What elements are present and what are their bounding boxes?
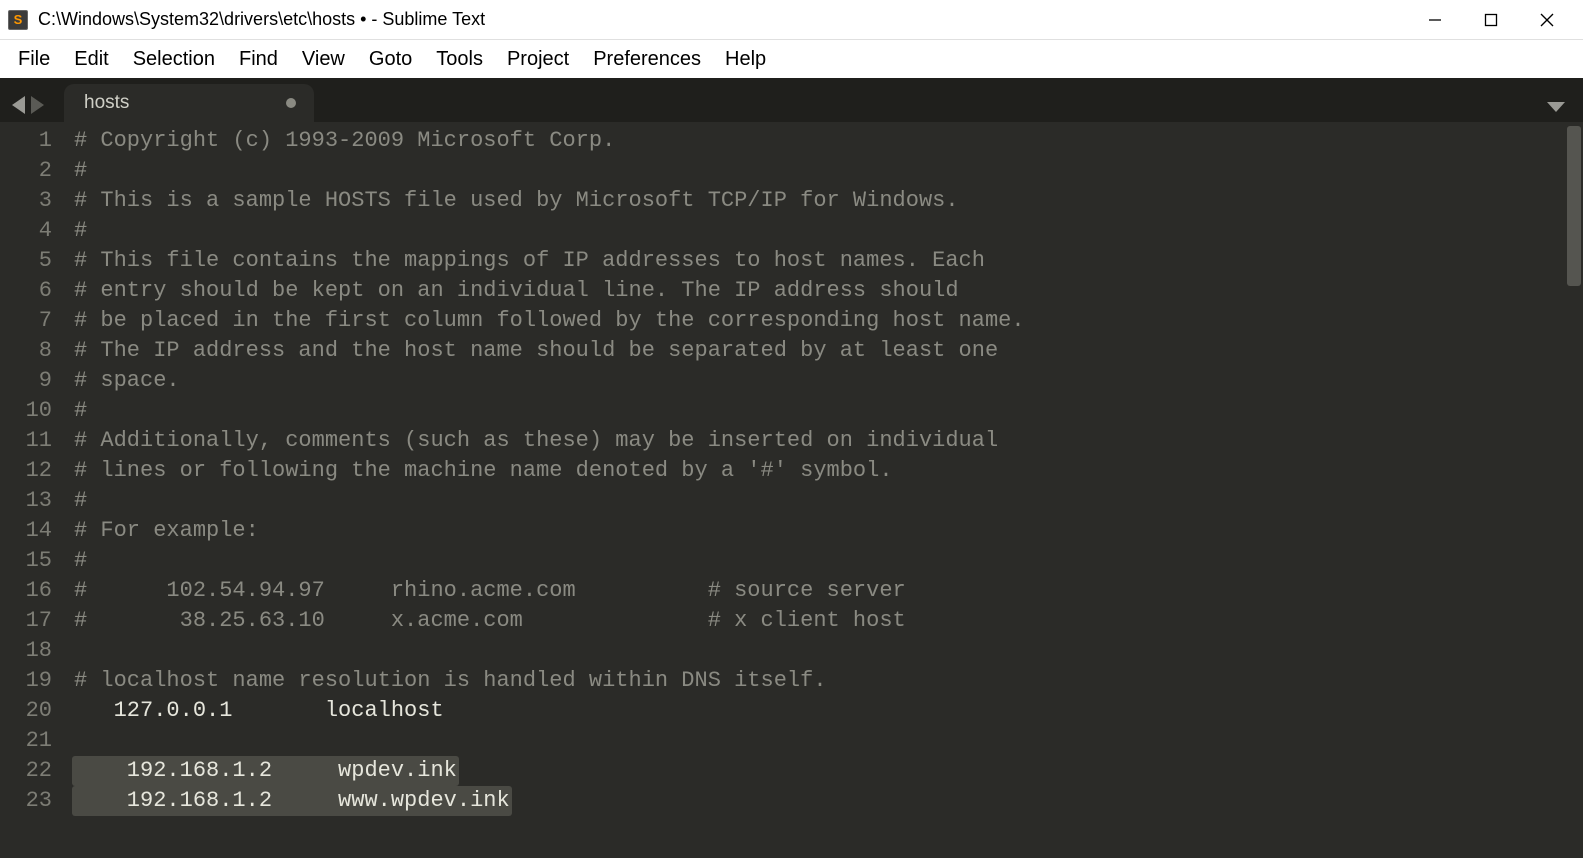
tab-label: hosts bbox=[84, 92, 266, 114]
maximize-button[interactable] bbox=[1463, 0, 1519, 40]
menu-selection[interactable]: Selection bbox=[121, 42, 227, 77]
code-line[interactable]: # This is a sample HOSTS file used by Mi… bbox=[74, 186, 1557, 216]
menu-tools[interactable]: Tools bbox=[424, 42, 495, 77]
code-line[interactable]: # be placed in the first column followed… bbox=[74, 306, 1557, 336]
line-number: 7 bbox=[0, 306, 52, 336]
line-number: 1 bbox=[0, 126, 52, 156]
line-number: 19 bbox=[0, 666, 52, 696]
menu-edit[interactable]: Edit bbox=[62, 42, 120, 77]
line-number: 2 bbox=[0, 156, 52, 186]
tab-overflow-button[interactable] bbox=[1547, 102, 1577, 122]
code-line[interactable]: # Copyright (c) 1993-2009 Microsoft Corp… bbox=[74, 126, 1557, 156]
menubar: File Edit Selection Find View Goto Tools… bbox=[0, 40, 1583, 78]
menu-find[interactable]: Find bbox=[227, 42, 290, 77]
line-number: 15 bbox=[0, 546, 52, 576]
code-line[interactable]: # bbox=[74, 546, 1557, 576]
code-line[interactable]: # entry should be kept on an individual … bbox=[74, 276, 1557, 306]
line-number: 17 bbox=[0, 606, 52, 636]
tab-hosts[interactable]: hosts bbox=[64, 84, 314, 122]
tab-history-back-icon[interactable] bbox=[12, 96, 25, 114]
code-area[interactable]: # Copyright (c) 1993-2009 Microsoft Corp… bbox=[64, 122, 1557, 858]
window-controls bbox=[1407, 0, 1575, 40]
tab-nav bbox=[6, 96, 54, 122]
code-line[interactable]: # localhost name resolution is handled w… bbox=[74, 666, 1557, 696]
code-line[interactable]: # 38.25.63.10 x.acme.com # x client host bbox=[74, 606, 1557, 636]
titlebar: S C:\Windows\System32\drivers\etc\hosts … bbox=[0, 0, 1583, 40]
line-number: 4 bbox=[0, 216, 52, 246]
code-line[interactable]: # bbox=[74, 486, 1557, 516]
line-number: 14 bbox=[0, 516, 52, 546]
code-line[interactable]: 192.168.1.2 wpdev.ink bbox=[74, 756, 1557, 786]
gutter: 1234567891011121314151617181920212223 bbox=[0, 122, 64, 858]
code-line[interactable] bbox=[74, 726, 1557, 756]
line-number: 3 bbox=[0, 186, 52, 216]
line-number: 20 bbox=[0, 696, 52, 726]
menu-view[interactable]: View bbox=[290, 42, 357, 77]
chevron-down-icon bbox=[1547, 102, 1565, 112]
code-line[interactable]: # bbox=[74, 156, 1557, 186]
vertical-scrollbar[interactable] bbox=[1567, 126, 1581, 286]
code-line[interactable]: # lines or following the machine name de… bbox=[74, 456, 1557, 486]
menu-help[interactable]: Help bbox=[713, 42, 778, 77]
line-number: 8 bbox=[0, 336, 52, 366]
tab-dirty-indicator-icon bbox=[286, 98, 296, 108]
menu-file[interactable]: File bbox=[6, 42, 62, 77]
code-line[interactable]: # bbox=[74, 216, 1557, 246]
menu-goto[interactable]: Goto bbox=[357, 42, 424, 77]
line-number: 13 bbox=[0, 486, 52, 516]
code-line[interactable]: 192.168.1.2 www.wpdev.ink bbox=[74, 786, 1557, 816]
menu-project[interactable]: Project bbox=[495, 42, 581, 77]
line-number: 23 bbox=[0, 786, 52, 816]
code-line[interactable]: # Additionally, comments (such as these)… bbox=[74, 426, 1557, 456]
line-number: 16 bbox=[0, 576, 52, 606]
app-icon-letter: S bbox=[14, 12, 23, 27]
line-number: 10 bbox=[0, 396, 52, 426]
line-number: 21 bbox=[0, 726, 52, 756]
line-number: 11 bbox=[0, 426, 52, 456]
tab-history-forward-icon[interactable] bbox=[31, 96, 44, 114]
line-number: 12 bbox=[0, 456, 52, 486]
code-line[interactable]: # The IP address and the host name shoul… bbox=[74, 336, 1557, 366]
code-line[interactable]: # This file contains the mappings of IP … bbox=[74, 246, 1557, 276]
close-button[interactable] bbox=[1519, 0, 1575, 40]
tabbar: hosts bbox=[0, 78, 1583, 122]
editor[interactable]: 1234567891011121314151617181920212223 # … bbox=[0, 122, 1583, 858]
code-line[interactable]: # space. bbox=[74, 366, 1557, 396]
line-number: 5 bbox=[0, 246, 52, 276]
line-number: 6 bbox=[0, 276, 52, 306]
line-number: 18 bbox=[0, 636, 52, 666]
code-line[interactable]: 127.0.0.1 localhost bbox=[74, 696, 1557, 726]
code-line[interactable]: # bbox=[74, 396, 1557, 426]
line-number: 9 bbox=[0, 366, 52, 396]
code-line[interactable] bbox=[74, 636, 1557, 666]
line-number: 22 bbox=[0, 756, 52, 786]
app-icon: S bbox=[8, 10, 28, 30]
code-line[interactable]: # 102.54.94.97 rhino.acme.com # source s… bbox=[74, 576, 1557, 606]
minimize-button[interactable] bbox=[1407, 0, 1463, 40]
window-title: C:\Windows\System32\drivers\etc\hosts • … bbox=[38, 9, 1407, 30]
menu-preferences[interactable]: Preferences bbox=[581, 42, 713, 77]
code-line[interactable]: # For example: bbox=[74, 516, 1557, 546]
